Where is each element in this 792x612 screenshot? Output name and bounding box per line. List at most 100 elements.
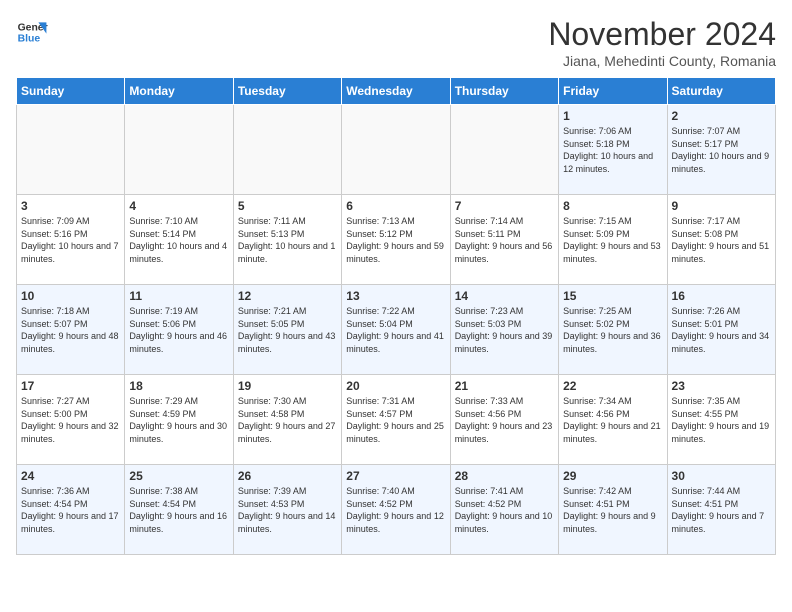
day-info: Sunrise: 7:26 AM Sunset: 5:01 PM Dayligh… <box>672 305 771 355</box>
table-row: 6 Sunrise: 7:13 AM Sunset: 5:12 PM Daylig… <box>342 195 450 285</box>
day-number: 15 <box>563 289 662 303</box>
day-number: 30 <box>672 469 771 483</box>
day-info: Sunrise: 7:31 AM Sunset: 4:57 PM Dayligh… <box>346 395 445 445</box>
table-row: 1 Sunrise: 7:06 AM Sunset: 5:18 PM Daylig… <box>559 105 667 195</box>
calendar-week-row: 17 Sunrise: 7:27 AM Sunset: 5:00 PM Dayli… <box>17 375 776 465</box>
day-info: Sunrise: 7:33 AM Sunset: 4:56 PM Dayligh… <box>455 395 554 445</box>
day-info: Sunrise: 7:40 AM Sunset: 4:52 PM Dayligh… <box>346 485 445 535</box>
header-friday: Friday <box>559 78 667 105</box>
day-info: Sunrise: 7:09 AM Sunset: 5:16 PM Dayligh… <box>21 215 120 265</box>
page-header: General Blue November 2024 Jiana, Mehedi… <box>16 16 776 69</box>
day-number: 13 <box>346 289 445 303</box>
day-info: Sunrise: 7:11 AM Sunset: 5:13 PM Dayligh… <box>238 215 337 265</box>
table-row: 2 Sunrise: 7:07 AM Sunset: 5:17 PM Daylig… <box>667 105 775 195</box>
table-row: 7 Sunrise: 7:14 AM Sunset: 5:11 PM Daylig… <box>450 195 558 285</box>
header-monday: Monday <box>125 78 233 105</box>
day-number: 25 <box>129 469 228 483</box>
day-info: Sunrise: 7:06 AM Sunset: 5:18 PM Dayligh… <box>563 125 662 175</box>
header-thursday: Thursday <box>450 78 558 105</box>
day-number: 29 <box>563 469 662 483</box>
day-number: 28 <box>455 469 554 483</box>
day-number: 10 <box>21 289 120 303</box>
day-number: 27 <box>346 469 445 483</box>
table-row: 5 Sunrise: 7:11 AM Sunset: 5:13 PM Daylig… <box>233 195 341 285</box>
day-number: 22 <box>563 379 662 393</box>
day-info: Sunrise: 7:15 AM Sunset: 5:09 PM Dayligh… <box>563 215 662 265</box>
table-row: 12Sunrise: 7:21 AM Sunset: 5:05 PM Dayli… <box>233 285 341 375</box>
table-row: 14Sunrise: 7:23 AM Sunset: 5:03 PM Dayli… <box>450 285 558 375</box>
day-info: Sunrise: 7:39 AM Sunset: 4:53 PM Dayligh… <box>238 485 337 535</box>
table-row: 25Sunrise: 7:38 AM Sunset: 4:54 PM Dayli… <box>125 465 233 555</box>
table-row: 17 Sunrise: 7:27 AM Sunset: 5:00 PM Dayli… <box>17 375 125 465</box>
title-block: November 2024 Jiana, Mehedinti County, R… <box>548 16 776 69</box>
day-number: 11 <box>129 289 228 303</box>
day-number: 5 <box>238 199 337 213</box>
logo: General Blue <box>16 16 48 48</box>
calendar-week-row: 24 Sunrise: 7:36 AM Sunset: 4:54 PM Dayli… <box>17 465 776 555</box>
table-row: 16 Sunrise: 7:26 AM Sunset: 5:01 PM Dayli… <box>667 285 775 375</box>
day-number: 6 <box>346 199 445 213</box>
day-info: Sunrise: 7:07 AM Sunset: 5:17 PM Dayligh… <box>672 125 771 175</box>
day-info: Sunrise: 7:14 AM Sunset: 5:11 PM Dayligh… <box>455 215 554 265</box>
day-info: Sunrise: 7:27 AM Sunset: 5:00 PM Dayligh… <box>21 395 120 445</box>
calendar-header-row: Sunday Monday Tuesday Wednesday Thursday… <box>17 78 776 105</box>
table-row: 21Sunrise: 7:33 AM Sunset: 4:56 PM Dayli… <box>450 375 558 465</box>
day-number: 17 <box>21 379 120 393</box>
table-row: 8 Sunrise: 7:15 AM Sunset: 5:09 PM Daylig… <box>559 195 667 285</box>
calendar-table: Sunday Monday Tuesday Wednesday Thursday… <box>16 77 776 555</box>
day-info: Sunrise: 7:41 AM Sunset: 4:52 PM Dayligh… <box>455 485 554 535</box>
table-row: 29 Sunrise: 7:42 AM Sunset: 4:51 PM Dayli… <box>559 465 667 555</box>
svg-text:Blue: Blue <box>18 34 41 45</box>
day-info: Sunrise: 7:25 AM Sunset: 5:02 PM Dayligh… <box>563 305 662 355</box>
header-tuesday: Tuesday <box>233 78 341 105</box>
table-row: 9 Sunrise: 7:17 AM Sunset: 5:08 PM Daylig… <box>667 195 775 285</box>
day-number: 2 <box>672 109 771 123</box>
table-row: 24 Sunrise: 7:36 AM Sunset: 4:54 PM Dayli… <box>17 465 125 555</box>
table-row: 15 Sunrise: 7:25 AM Sunset: 5:02 PM Dayli… <box>559 285 667 375</box>
day-info: Sunrise: 7:44 AM Sunset: 4:51 PM Dayligh… <box>672 485 771 535</box>
day-number: 18 <box>129 379 228 393</box>
day-info: Sunrise: 7:19 AM Sunset: 5:06 PM Dayligh… <box>129 305 228 355</box>
table-row: 19Sunrise: 7:30 AM Sunset: 4:58 PM Dayli… <box>233 375 341 465</box>
table-row: 18Sunrise: 7:29 AM Sunset: 4:59 PM Dayli… <box>125 375 233 465</box>
location-subtitle: Jiana, Mehedinti County, Romania <box>548 53 776 69</box>
header-sunday: Sunday <box>17 78 125 105</box>
table-row: 26 Sunrise: 7:39 AM Sunset: 4:53 PM Dayli… <box>233 465 341 555</box>
table-row: 20Sunrise: 7:31 AM Sunset: 4:57 PM Dayli… <box>342 375 450 465</box>
calendar-week-row: 10 Sunrise: 7:18 AM Sunset: 5:07 PM Dayli… <box>17 285 776 375</box>
day-info: Sunrise: 7:36 AM Sunset: 4:54 PM Dayligh… <box>21 485 120 535</box>
header-saturday: Saturday <box>667 78 775 105</box>
day-info: Sunrise: 7:17 AM Sunset: 5:08 PM Dayligh… <box>672 215 771 265</box>
table-row: 22Sunrise: 7:34 AM Sunset: 4:56 PM Dayli… <box>559 375 667 465</box>
day-info: Sunrise: 7:42 AM Sunset: 4:51 PM Dayligh… <box>563 485 662 535</box>
day-number: 7 <box>455 199 554 213</box>
day-number: 9 <box>672 199 771 213</box>
month-title: November 2024 <box>548 16 776 53</box>
day-number: 16 <box>672 289 771 303</box>
table-row: 30 Sunrise: 7:44 AM Sunset: 4:51 PM Dayli… <box>667 465 775 555</box>
table-row <box>450 105 558 195</box>
table-row: 3 Sunrise: 7:09 AM Sunset: 5:16 PM Daylig… <box>17 195 125 285</box>
day-number: 3 <box>21 199 120 213</box>
table-row: 23 Sunrise: 7:35 AM Sunset: 4:55 PM Dayli… <box>667 375 775 465</box>
day-info: Sunrise: 7:21 AM Sunset: 5:05 PM Dayligh… <box>238 305 337 355</box>
day-number: 24 <box>21 469 120 483</box>
day-number: 1 <box>563 109 662 123</box>
day-number: 14 <box>455 289 554 303</box>
calendar-week-row: 1 Sunrise: 7:06 AM Sunset: 5:18 PM Daylig… <box>17 105 776 195</box>
table-row: 4Sunrise: 7:10 AM Sunset: 5:14 PM Daylig… <box>125 195 233 285</box>
day-info: Sunrise: 7:30 AM Sunset: 4:58 PM Dayligh… <box>238 395 337 445</box>
table-row <box>233 105 341 195</box>
day-info: Sunrise: 7:35 AM Sunset: 4:55 PM Dayligh… <box>672 395 771 445</box>
table-row <box>342 105 450 195</box>
day-number: 8 <box>563 199 662 213</box>
day-number: 26 <box>238 469 337 483</box>
day-info: Sunrise: 7:18 AM Sunset: 5:07 PM Dayligh… <box>21 305 120 355</box>
table-row <box>125 105 233 195</box>
calendar-week-row: 3 Sunrise: 7:09 AM Sunset: 5:16 PM Daylig… <box>17 195 776 285</box>
day-info: Sunrise: 7:22 AM Sunset: 5:04 PM Dayligh… <box>346 305 445 355</box>
day-info: Sunrise: 7:13 AM Sunset: 5:12 PM Dayligh… <box>346 215 445 265</box>
table-row <box>17 105 125 195</box>
day-number: 23 <box>672 379 771 393</box>
table-row: 27 Sunrise: 7:40 AM Sunset: 4:52 PM Dayli… <box>342 465 450 555</box>
